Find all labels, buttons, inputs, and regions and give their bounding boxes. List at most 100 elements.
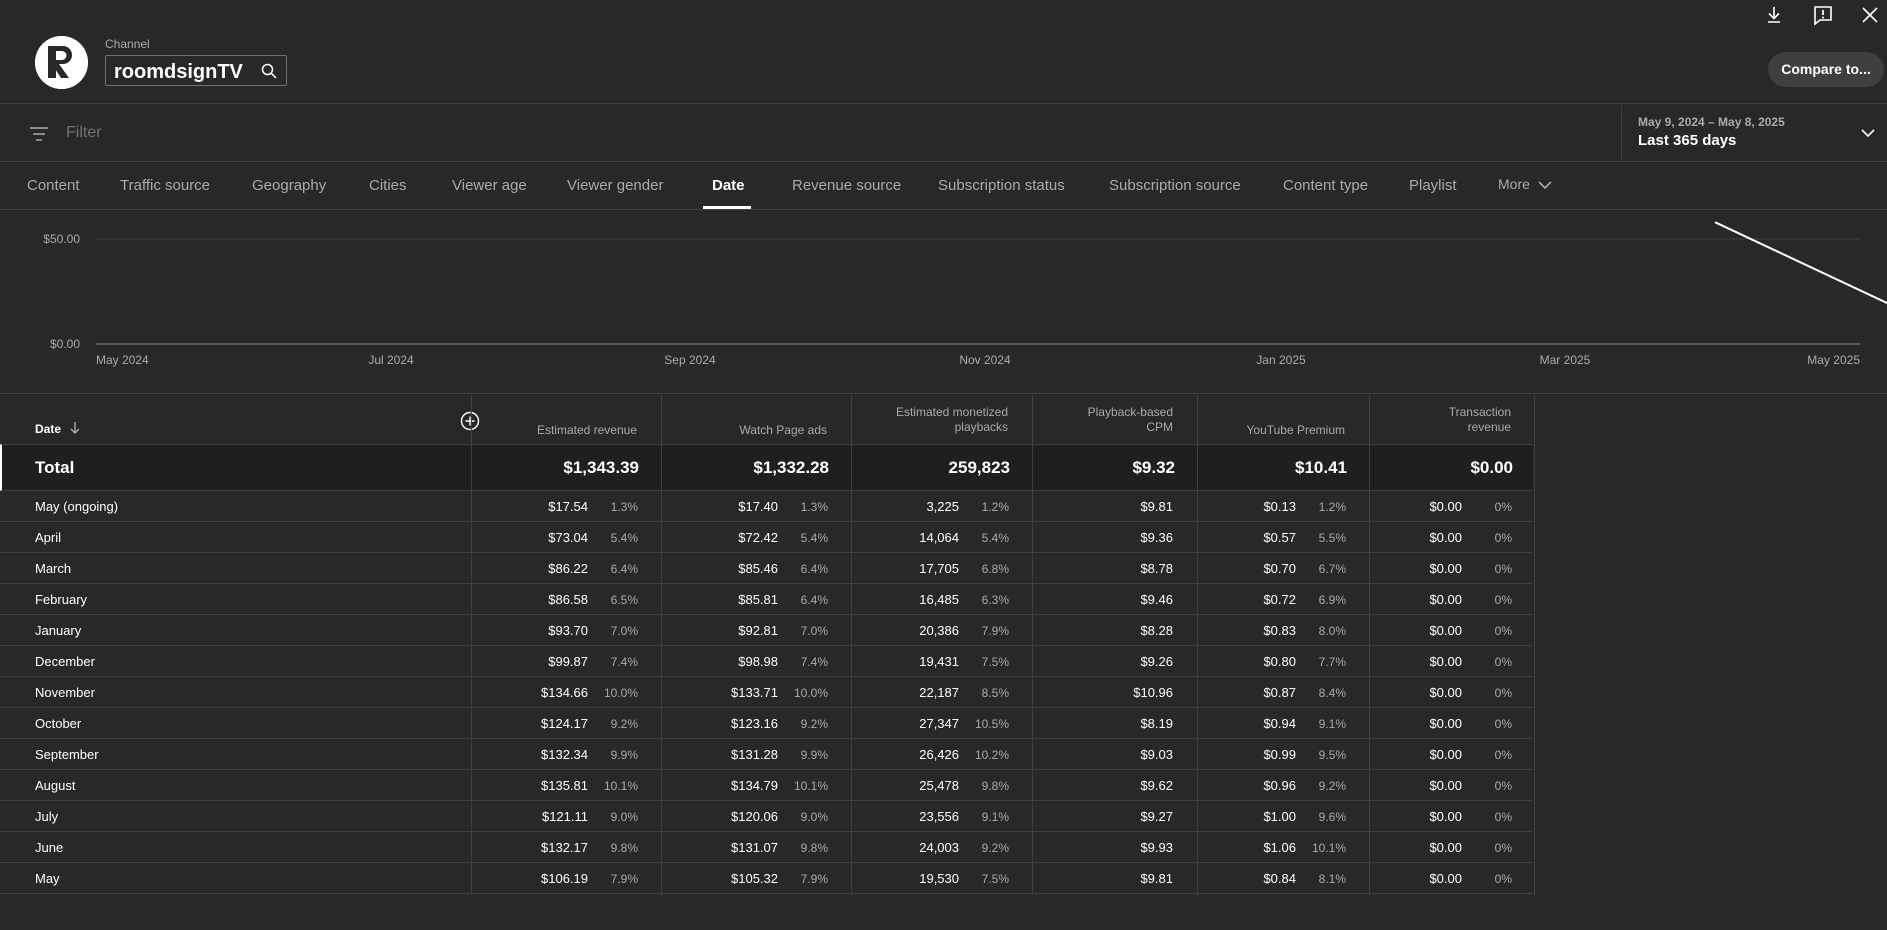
column-header-watch-page-ads[interactable]: Watch Page ads xyxy=(662,395,827,444)
cell-transaction-revenue: $0.00 xyxy=(1429,685,1462,700)
chart-x-tick-label: Jul 2024 xyxy=(368,353,414,367)
cell-monetized-playbacks: 24,003 xyxy=(919,840,959,855)
cell-youtube-premium-percent: 8.4% xyxy=(1318,686,1346,700)
table-row[interactable]: April $73.04 5.4% $72.42 5.4% 14,064 5.4% $9.36… xyxy=(0,522,1533,553)
cell-transaction-revenue: $0.00 xyxy=(1429,809,1462,824)
cell-estimated-revenue: $132.34 xyxy=(541,747,588,762)
search-icon[interactable] xyxy=(261,63,277,79)
filter-icon[interactable] xyxy=(29,126,49,142)
cell-youtube-premium: $0.57 xyxy=(1263,530,1296,545)
cell-watch-page-ads-percent: 9.0% xyxy=(800,810,828,824)
cell-transaction-revenue-percent: 0% xyxy=(1494,593,1512,607)
cell-youtube-premium: $0.83 xyxy=(1263,623,1296,638)
table-row[interactable]: May $106.19 7.9% $105.32 7.9% 19,530 7.5% $9.81… xyxy=(0,863,1533,894)
sort-arrow-down-icon[interactable] xyxy=(69,421,81,435)
tab-viewer-age[interactable]: Viewer age xyxy=(452,177,527,194)
row-date: September xyxy=(35,747,99,762)
cell-transaction-revenue: $0.00 xyxy=(1429,716,1462,731)
column-header-date[interactable]: Date xyxy=(35,422,61,436)
channel-selector[interactable]: roomdsignTV xyxy=(105,55,287,86)
tab-revenue-source[interactable]: Revenue source xyxy=(792,177,901,194)
tab-subscription-status[interactable]: Subscription status xyxy=(938,177,1065,194)
tab-date[interactable]: Date xyxy=(712,177,745,194)
total-transaction-revenue: $0.00 xyxy=(1470,458,1513,477)
cell-youtube-premium-percent: 9.1% xyxy=(1318,717,1346,731)
cell-monetized-playbacks-percent: 7.9% xyxy=(981,624,1009,638)
cell-youtube-premium: $0.70 xyxy=(1263,561,1296,576)
column-divider xyxy=(471,395,472,895)
cell-youtube-premium-percent: 7.7% xyxy=(1318,655,1346,669)
table-row[interactable]: October $124.17 9.2% $123.16 9.2% 27,347 10.5%… xyxy=(0,708,1533,739)
cell-monetized-playbacks-percent: 6.8% xyxy=(981,562,1009,576)
cell-estimated-revenue: $134.66 xyxy=(541,685,588,700)
filter-input[interactable]: Filter xyxy=(66,124,102,142)
compare-button[interactable]: Compare to... xyxy=(1768,52,1884,87)
table-row[interactable]: March $86.22 6.4% $85.46 6.4% 17,705 6.8% $8.78… xyxy=(0,553,1533,584)
chart-x-tick-label: Jan 2025 xyxy=(1256,353,1306,367)
cell-estimated-revenue-percent: 10.0% xyxy=(603,686,638,700)
cell-watch-page-ads: $131.07 xyxy=(731,840,778,855)
cell-monetized-playbacks-percent: 9.8% xyxy=(981,779,1009,793)
tab-content[interactable]: Content xyxy=(27,177,80,194)
close-icon[interactable] xyxy=(1859,4,1881,26)
chart-series-line xyxy=(1714,221,1887,305)
cell-monetized-playbacks: 14,064 xyxy=(919,530,959,545)
cell-estimated-revenue-percent: 9.9% xyxy=(610,748,638,762)
cell-monetized-playbacks-percent: 10.5% xyxy=(974,717,1009,731)
column-header-transaction-revenue[interactable]: Transaction revenue xyxy=(1370,395,1511,444)
cell-watch-page-ads-percent: 6.4% xyxy=(800,593,828,607)
feedback-icon[interactable] xyxy=(1812,4,1834,26)
tab-viewer-gender[interactable]: Viewer gender xyxy=(567,177,663,194)
table-row[interactable]: January $93.70 7.0% $92.81 7.0% 20,386 7.9% $8.… xyxy=(0,615,1533,646)
cell-monetized-playbacks: 22,187 xyxy=(919,685,959,700)
row-date: December xyxy=(35,654,95,669)
column-header-playback-cpm[interactable]: Playback-based CPM xyxy=(1033,395,1173,444)
cell-monetized-playbacks-percent: 8.5% xyxy=(981,686,1009,700)
cell-monetized-playbacks: 27,347 xyxy=(919,716,959,731)
date-range-selector[interactable]: May 9, 2024 – May 8, 2025 Last 365 days xyxy=(1621,105,1887,162)
cell-estimated-revenue-percent: 9.0% xyxy=(610,810,638,824)
tab-more[interactable]: More xyxy=(1498,176,1552,193)
table-row[interactable]: November $134.66 10.0% $133.71 10.0% 22,187 8.… xyxy=(0,677,1533,708)
table-row[interactable]: September $132.34 9.9% $131.28 9.9% 26,426 10.… xyxy=(0,739,1533,770)
table-row[interactable]: May (ongoing) $17.54 1.3% $17.40 1.3% 3,225 1.… xyxy=(0,491,1533,522)
chevron-down-icon xyxy=(1861,129,1875,138)
cell-playback-cpm: $9.46 xyxy=(1140,592,1173,607)
cell-monetized-playbacks-percent: 5.4% xyxy=(981,531,1009,545)
cell-transaction-revenue: $0.00 xyxy=(1429,778,1462,793)
cell-transaction-revenue-percent: 0% xyxy=(1494,531,1512,545)
tab-playlist[interactable]: Playlist xyxy=(1409,177,1457,194)
cell-youtube-premium: $0.99 xyxy=(1263,747,1296,762)
chevron-down-icon xyxy=(1538,181,1552,190)
table-row[interactable]: August $135.81 10.1% $134.79 10.1% 25,478 9.8%… xyxy=(0,770,1533,801)
chart-x-tick-label: Nov 2024 xyxy=(959,353,1011,367)
total-monetized-playbacks: 259,823 xyxy=(948,458,1010,477)
tab-geography[interactable]: Geography xyxy=(252,177,326,194)
column-header-estimated-revenue[interactable]: Estimated revenue xyxy=(472,395,637,444)
total-label: Total xyxy=(35,458,75,477)
cell-watch-page-ads: $85.46 xyxy=(738,561,778,576)
tab-content-type[interactable]: Content type xyxy=(1283,177,1368,194)
cell-transaction-revenue: $0.00 xyxy=(1429,871,1462,886)
table-row[interactable]: December $99.87 7.4% $98.98 7.4% 19,431 7.5% $9… xyxy=(0,646,1533,677)
tab-subscription-source[interactable]: Subscription source xyxy=(1109,177,1241,194)
cell-watch-page-ads: $98.98 xyxy=(738,654,778,669)
cell-estimated-revenue-percent: 1.3% xyxy=(610,500,638,514)
channel-avatar[interactable] xyxy=(35,36,88,89)
tab-cities[interactable]: Cities xyxy=(369,177,407,194)
row-date: May xyxy=(35,871,60,886)
cell-estimated-revenue-percent: 7.9% xyxy=(610,872,638,886)
table-row[interactable]: June $132.17 9.8% $131.07 9.8% 24,003 9.2% $9.9… xyxy=(0,832,1533,863)
table-row[interactable]: July $121.11 9.0% $120.06 9.0% 23,556 9.1% $9.2… xyxy=(0,801,1533,832)
column-header-monetized-playbacks[interactable]: Estimated monetized playbacks xyxy=(852,395,1008,444)
chart-x-tick-label: May 2024 xyxy=(96,353,149,367)
tab-traffic-source[interactable]: Traffic source xyxy=(120,177,210,194)
cell-monetized-playbacks: 19,530 xyxy=(919,871,959,886)
download-icon[interactable] xyxy=(1763,4,1785,26)
table-row[interactable]: February $86.58 6.5% $85.81 6.4% 16,485 6.3% $9… xyxy=(0,584,1533,615)
cell-monetized-playbacks-percent: 9.2% xyxy=(981,841,1009,855)
cell-playback-cpm: $9.27 xyxy=(1140,809,1173,824)
cell-youtube-premium: $0.84 xyxy=(1263,871,1296,886)
column-header-youtube-premium[interactable]: YouTube Premium xyxy=(1198,395,1346,444)
row-date: March xyxy=(35,561,72,576)
